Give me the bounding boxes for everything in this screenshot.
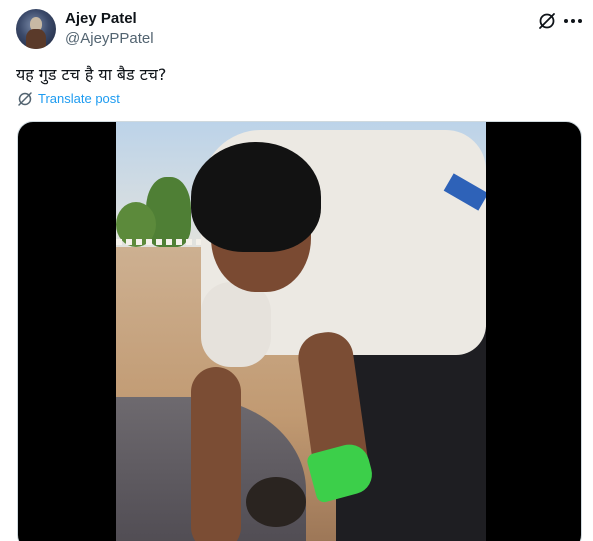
- video-thumbnail: [116, 122, 486, 541]
- video-person-arm: [191, 367, 241, 541]
- video-player[interactable]: [17, 121, 582, 541]
- video-animal: [246, 477, 306, 527]
- video-person-hair: [191, 142, 321, 252]
- profile-avatar[interactable]: [16, 9, 56, 49]
- avatar-figure-body: [26, 29, 46, 49]
- author-display-name[interactable]: Ajey Patel: [65, 9, 137, 29]
- translate-icon: [18, 92, 32, 106]
- video-person-sleeve: [201, 282, 271, 367]
- translate-post-label: Translate post: [38, 91, 120, 106]
- more-options-icon[interactable]: [562, 11, 584, 31]
- grok-icon[interactable]: [537, 11, 557, 31]
- translate-post-button[interactable]: Translate post: [17, 91, 120, 107]
- tweet-card: Ajey Patel @AjeyPPatel यह गुड टच है या ब…: [0, 0, 593, 541]
- tweet-text: यह गुड टच है या बैड टच?: [16, 65, 167, 84]
- author-handle[interactable]: @AjeyPPatel: [65, 29, 154, 49]
